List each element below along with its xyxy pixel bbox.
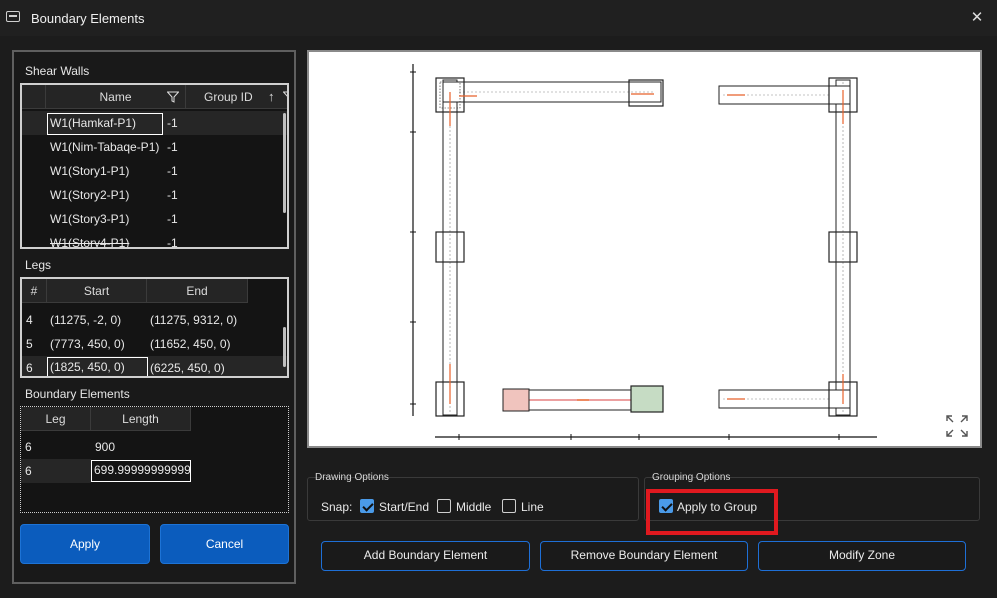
leg-start-cell: (11275, -2, 0): [50, 313, 122, 327]
group-id-cell: -1: [167, 164, 178, 178]
leg-end-cell: (11652, 450, 0): [150, 337, 231, 351]
legs-header: # Start End: [22, 279, 248, 303]
leg-index-cell: 4: [26, 313, 33, 327]
grouping-options-title: Grouping Options: [652, 472, 731, 483]
wall-name-cell: W1(Story3-P1): [50, 212, 130, 226]
scrollbar-thumb[interactable]: [283, 327, 286, 367]
name-header-label: Name: [99, 90, 132, 104]
column-header-start[interactable]: Start: [47, 279, 147, 303]
leg-index-cell: 5: [26, 337, 33, 351]
shear-walls-header: Name Group ID ↑: [22, 85, 287, 109]
beam-icon: [6, 11, 20, 22]
legs-table[interactable]: # Start End 4 (11275, -2, 0) (11275, 931…: [20, 277, 289, 378]
wall-name-cell: W1(Story1-P1): [50, 164, 130, 178]
column-header-group-id[interactable]: Group ID ↑: [186, 85, 287, 109]
drawing-canvas[interactable]: [307, 50, 982, 448]
boundary-elements-title: Boundary Elements: [25, 387, 130, 401]
be-length-cell: 900: [95, 440, 116, 454]
group-id-header-label: Group ID: [204, 90, 253, 104]
highlight-annotation: [646, 489, 778, 535]
leg-start-cell[interactable]: (1825, 450, 0): [47, 357, 148, 376]
shear-walls-table[interactable]: Name Group ID ↑ W1(Hamkaf-P1) -1 W1(Nim-…: [20, 83, 289, 249]
table-row[interactable]: W1(Story4-P1) -1: [22, 231, 287, 249]
leg-end-cell: (6225, 450, 0): [150, 361, 225, 375]
table-row[interactable]: 6 (1825, 450, 0) (6225, 450, 0): [22, 356, 287, 376]
column-header-name[interactable]: Name: [46, 85, 186, 109]
boundary-elements-table[interactable]: Leg Length 6 900 6 699.999999999999: [20, 406, 289, 513]
start-end-checkbox[interactable]: [360, 499, 374, 513]
line-checkbox[interactable]: [502, 499, 516, 513]
expand-icon[interactable]: [945, 414, 969, 438]
group-id-cell: -1: [167, 236, 178, 249]
start-end-label[interactable]: Start/End: [379, 500, 429, 514]
legs-title: Legs: [25, 258, 52, 272]
column-header-leg[interactable]: Leg: [21, 407, 91, 431]
title-bar: Boundary Elements ✕: [0, 0, 997, 36]
filter-icon[interactable]: [167, 91, 179, 103]
scrollbar-thumb[interactable]: [283, 113, 286, 213]
remove-boundary-element-button[interactable]: Remove Boundary Element: [540, 541, 748, 571]
filter-icon[interactable]: [283, 91, 289, 103]
middle-label[interactable]: Middle: [456, 500, 491, 514]
table-row[interactable]: W1(Hamkaf-P1) -1: [22, 111, 287, 135]
table-row[interactable]: W1(Story2-P1) -1: [22, 183, 287, 207]
group-id-cell: -1: [167, 140, 178, 154]
leg-end-cell: (11275, 9312, 0): [150, 313, 238, 327]
drawing-options-group: [307, 477, 639, 521]
column-header-length[interactable]: Length: [91, 407, 191, 431]
cancel-button[interactable]: Cancel: [160, 524, 289, 564]
shear-walls-title: Shear Walls: [25, 64, 90, 78]
apply-button[interactable]: Apply: [20, 524, 150, 564]
boundary-elements-header: Leg Length: [21, 407, 191, 431]
table-row[interactable]: W1(Story3-P1) -1: [22, 207, 287, 231]
wall-name-cell: W1(Story4-P1): [50, 236, 130, 249]
wall-name-cell: W1(Nim-Tabaqe-P1): [50, 140, 160, 154]
close-icon[interactable]: ✕: [964, 6, 990, 30]
line-label[interactable]: Line: [521, 500, 544, 514]
drawing-options-title: Drawing Options: [315, 472, 389, 483]
sort-ascending-icon[interactable]: ↑: [268, 85, 275, 109]
be-leg-cell: 6: [25, 440, 32, 454]
wall-name-cell[interactable]: W1(Hamkaf-P1): [47, 113, 163, 135]
row-header-corner: [22, 85, 46, 109]
wall-name-cell: W1(Story2-P1): [50, 188, 130, 202]
table-row[interactable]: 6 900: [21, 435, 286, 459]
leg-start-cell: (7773, 450, 0): [50, 337, 125, 351]
table-row[interactable]: W1(Story1-P1) -1: [22, 159, 287, 183]
table-row[interactable]: W1(Nim-Tabaqe-P1) -1: [22, 135, 287, 159]
add-boundary-element-button[interactable]: Add Boundary Element: [321, 541, 530, 571]
group-id-cell: -1: [167, 212, 178, 226]
table-row[interactable]: 6 699.999999999999: [21, 459, 286, 483]
window-title: Boundary Elements: [31, 11, 145, 26]
be-leg-cell: 6: [21, 459, 91, 483]
group-id-cell: -1: [167, 116, 178, 130]
column-header-index[interactable]: #: [22, 279, 47, 303]
leg-index-cell: 6: [26, 361, 33, 375]
group-id-cell: -1: [167, 188, 178, 202]
middle-checkbox[interactable]: [437, 499, 451, 513]
column-header-end[interactable]: End: [147, 279, 248, 303]
shear-wall-plan-drawing: [410, 64, 877, 440]
be-length-input[interactable]: 699.999999999999: [91, 460, 191, 482]
table-row[interactable]: 5 (7773, 450, 0) (11652, 450, 0): [22, 332, 287, 356]
snap-label: Snap:: [321, 500, 353, 514]
table-row[interactable]: 4 (11275, -2, 0) (11275, 9312, 0): [22, 308, 287, 332]
modify-zone-button[interactable]: Modify Zone: [758, 541, 966, 571]
